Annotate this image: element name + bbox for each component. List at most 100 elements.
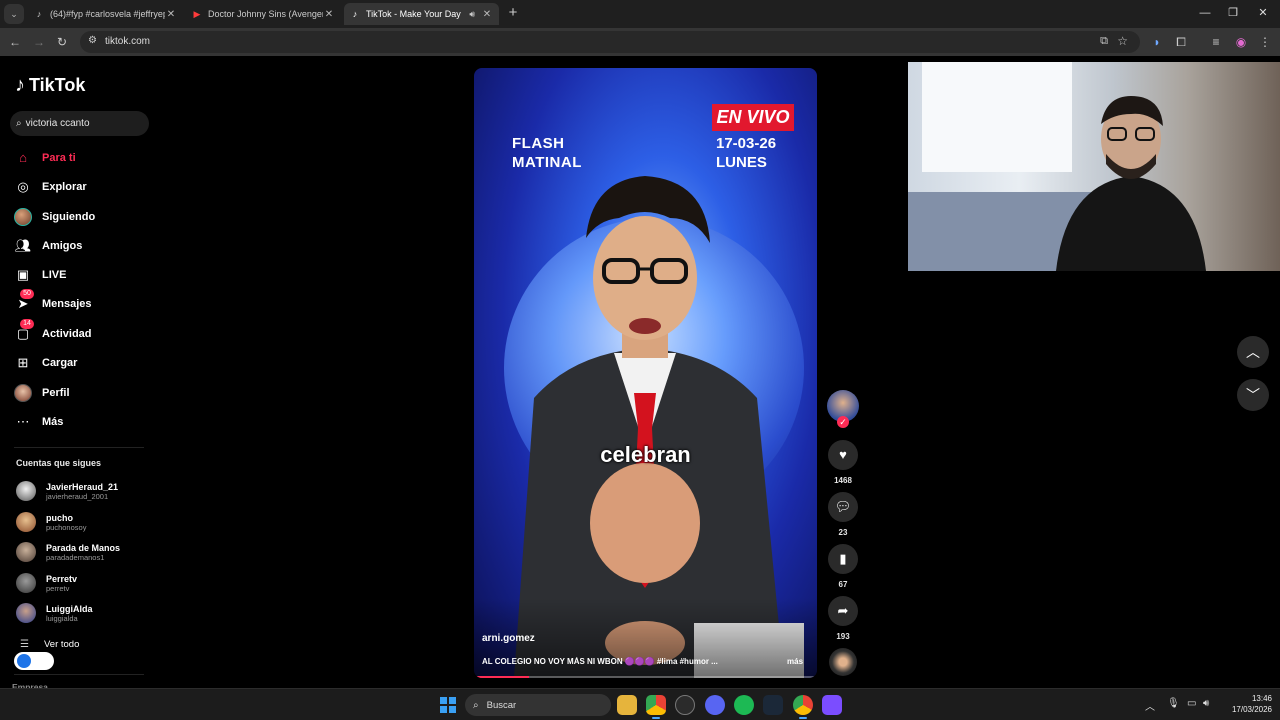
search-input[interactable]: ⌕ victoria ccanto (10, 111, 149, 136)
discord-icon[interactable] (705, 695, 725, 715)
taskbar-search[interactable]: ⌕ Buscar (465, 694, 611, 716)
close-tab-icon[interactable]: ✕ (165, 9, 177, 20)
spotify-icon[interactable] (734, 695, 754, 715)
chevron-down-icon: ﹀ (1246, 387, 1260, 403)
profile-icon[interactable]: ◉ (1232, 33, 1250, 51)
nav-live[interactable]: ▣ LIVE (14, 264, 154, 286)
toggle-knob (17, 654, 31, 668)
media-control-icon[interactable]: ≡ (1207, 33, 1225, 51)
tab-search-dropdown-icon[interactable]: ⌄ (4, 4, 24, 24)
chrome-profile-icon[interactable] (793, 695, 813, 719)
speaker-icon[interactable]: 🔊︎ (469, 9, 475, 20)
video-author[interactable]: arni.gomez (482, 633, 535, 644)
floating-toggle[interactable] (14, 652, 54, 670)
following-account[interactable]: JavierHeraud_21 javierheraud_2001 (16, 479, 156, 503)
account-name: LuiggiAlda (46, 603, 93, 614)
nav-explorar[interactable]: ◎ Explorar (14, 176, 154, 198)
nav-para-ti[interactable]: ⌂ Para ti (14, 147, 154, 169)
bookmark-icon: ▮ (839, 551, 847, 566)
see-all-link[interactable]: ☰ Ver todo (20, 639, 79, 650)
account-name: pucho (46, 512, 73, 523)
extensions-puzzle-icon[interactable]: ⧠ (1172, 33, 1190, 51)
comment-button[interactable]: 💬︎ (828, 492, 858, 522)
following-account[interactable]: LuiggiAlda luiggialda (16, 601, 156, 625)
tray-chevron-icon[interactable]: ︿ (1145, 698, 1155, 713)
messages-badge: 50 (20, 289, 34, 299)
next-video-button[interactable]: ﹀ (1237, 379, 1269, 411)
tab-tiktok-active[interactable]: ♪ TikTok - Make Your Day 🔊︎ ✕ (344, 3, 499, 25)
nav-label: Para ti (42, 152, 76, 164)
nav-siguiendo[interactable]: Siguiendo (14, 206, 154, 228)
new-tab-icon[interactable]: + (505, 4, 521, 22)
tiktok-favicon-icon: ♪ (36, 9, 42, 19)
streamer-figure (1056, 96, 1206, 271)
address-bar[interactable]: ⚙ tiktok.com ⧉ ☆ (80, 31, 1140, 53)
back-icon[interactable]: ← (6, 33, 24, 51)
like-button[interactable]: ♥ (828, 440, 858, 470)
close-tab-icon[interactable]: ✕ (481, 9, 493, 20)
account-avatar (16, 573, 36, 593)
following-avatar-icon (14, 208, 32, 226)
obs-icon[interactable] (675, 695, 695, 715)
taskbar-clock[interactable]: 13:46 17/03/2026 (1222, 693, 1272, 715)
site-info-icon[interactable]: ⚙ (88, 35, 97, 46)
tab-title: Doctor Johnny Sins (Avengers I (208, 9, 323, 19)
list-icon: ☰ (20, 639, 29, 650)
windows-start-icon[interactable] (440, 697, 456, 713)
close-window-icon[interactable]: ✕ (1250, 4, 1276, 22)
install-app-icon[interactable]: ⧉ (1100, 35, 1108, 48)
webcam-overlay (908, 62, 1280, 271)
maximize-icon[interactable]: ❐ (1220, 4, 1246, 22)
url-text: tiktok.com (105, 36, 151, 47)
tab-tiktok-fyp[interactable]: ♪ (64)#fyp #carlosvela #jeffryeps ✕ (28, 3, 183, 25)
like-count: 1468 (834, 476, 852, 485)
nav-mensajes[interactable]: ➤ 50 Mensajes (14, 289, 154, 315)
nav-cargar[interactable]: ⊞ Cargar (14, 352, 154, 374)
search-value: victoria ccanto (25, 118, 90, 129)
browser-menu-icon[interactable]: ⋮ (1256, 33, 1274, 51)
nav-amigos[interactable]: 👥︎ Amigos (14, 235, 154, 257)
save-button[interactable]: ▮ (828, 544, 858, 574)
live-icon: ▣ (16, 267, 30, 282)
nav-label: Explorar (42, 181, 87, 193)
share-count: 193 (836, 632, 850, 641)
nav-perfil[interactable]: Perfil (14, 382, 154, 404)
network-icon[interactable]: ▭ (1187, 698, 1196, 709)
home-icon: ⌂ (19, 150, 27, 165)
video-player[interactable]: FLASH MATINAL EN VIVO 17-03-26 LUNES cel… (474, 68, 817, 678)
nav-mas[interactable]: ⋯ Más (14, 411, 154, 433)
search-icon: ⌕ (473, 699, 479, 711)
activity-badge: 14 (20, 319, 34, 329)
nav-actividad[interactable]: ▢ 14 Actividad (14, 319, 154, 345)
steam-icon[interactable] (763, 695, 783, 715)
account-handle: puchonosoy (46, 522, 87, 532)
following-account[interactable]: Perretv perretv (16, 571, 156, 595)
extension-icon[interactable]: ◗ (1148, 33, 1166, 51)
minimize-icon[interactable]: — (1192, 4, 1218, 22)
music-disc-icon[interactable] (829, 648, 857, 676)
volume-icon[interactable]: 🔊︎ (1203, 698, 1209, 709)
tiktok-logo[interactable]: ♪ TikTok (15, 74, 85, 97)
account-avatar (16, 512, 36, 532)
chrome-icon[interactable] (646, 695, 666, 719)
video-progress-bar[interactable] (474, 676, 817, 678)
account-avatar (16, 603, 36, 623)
activity-icon: ▢ 14 (14, 319, 34, 343)
heart-icon: ♥ (839, 447, 847, 462)
close-tab-icon[interactable]: ✕ (323, 9, 335, 20)
bookmark-star-icon[interactable]: ☆ (1117, 34, 1128, 48)
reload-icon[interactable]: ↻ (53, 33, 71, 51)
browser-toolbar: ← → ↻ ⚙ tiktok.com ⧉ ☆ ◗ ⧠ ≡ ◉ ⋮ (0, 28, 1280, 56)
more-button[interactable]: más (787, 657, 803, 666)
following-account[interactable]: pucho puchonosoy (16, 510, 156, 534)
app-grid-icon[interactable] (822, 695, 842, 715)
presenter-figure (514, 176, 804, 678)
file-explorer-icon[interactable] (617, 695, 637, 715)
previous-video-button[interactable]: ︿ (1237, 336, 1269, 368)
share-button[interactable]: ➦ (828, 596, 858, 626)
microphone-icon[interactable]: 🎙︎ (1167, 698, 1180, 709)
tab-youtube[interactable]: ▶ Doctor Johnny Sins (Avengers I ✕ (186, 3, 341, 25)
follow-plus-icon[interactable]: ✓ (837, 416, 849, 428)
following-account[interactable]: Parada de Manos paradademanos1 (16, 540, 156, 564)
forward-icon[interactable]: → (30, 33, 48, 51)
